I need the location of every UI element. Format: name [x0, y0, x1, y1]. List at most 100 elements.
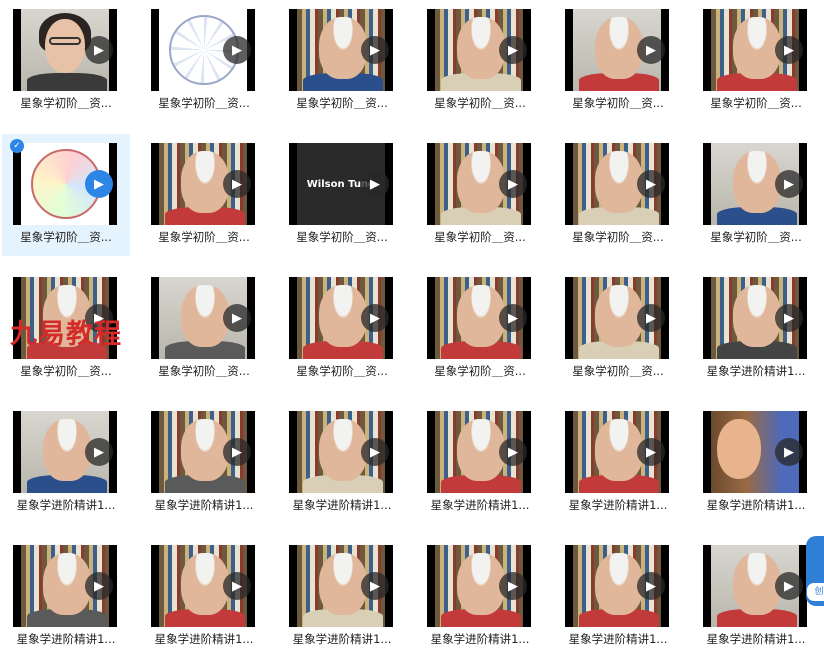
- video-file-item[interactable]: ▶ 星象学初阶＿资...: [554, 0, 682, 122]
- selected-check-icon[interactable]: ✓: [10, 139, 24, 153]
- video-file-item[interactable]: ▶ 星象学进阶精讲1...: [278, 402, 406, 524]
- video-thumbnail[interactable]: ▶: [427, 143, 531, 225]
- play-icon[interactable]: ▶: [85, 36, 113, 64]
- play-icon[interactable]: ▶: [361, 572, 389, 600]
- video-thumbnail[interactable]: ▶: [565, 411, 669, 493]
- file-name-label: 星象学进阶精讲1...: [568, 498, 668, 512]
- video-thumbnail[interactable]: ▶: [289, 411, 393, 493]
- play-icon[interactable]: ▶: [637, 572, 665, 600]
- video-thumbnail[interactable]: ▶: [565, 143, 669, 225]
- video-thumbnail[interactable]: ▶: [151, 277, 255, 359]
- video-file-item[interactable]: ▶ 星象学进阶精讲1...: [140, 402, 268, 524]
- video-file-item[interactable]: ▶ 星象学初阶＿资...: [278, 268, 406, 390]
- video-file-item[interactable]: ▶ 星象学初阶＿资...: [2, 0, 130, 122]
- play-icon[interactable]: ▶: [499, 304, 527, 332]
- person-head: [181, 151, 229, 213]
- video-file-item[interactable]: ▶ 星象学进阶精讲1...: [416, 402, 544, 524]
- video-file-item[interactable]: ▶ 星象学初阶＿资...: [416, 0, 544, 122]
- play-icon[interactable]: ▶: [637, 438, 665, 466]
- video-file-item[interactable]: ▶ 星象学初阶＿资...: [416, 134, 544, 256]
- video-file-item[interactable]: ▶ 星象学进阶精讲1...: [2, 536, 130, 658]
- video-file-item[interactable]: ▶ 星象学初阶＿资...: [692, 0, 820, 122]
- play-icon[interactable]: ▶: [223, 438, 251, 466]
- video-file-item[interactable]: ▶ 星象学进阶精讲1...: [554, 402, 682, 524]
- video-file-item[interactable]: ▶ 星象学进阶精讲1...: [2, 402, 130, 524]
- video-thumbnail[interactable]: ▶: [151, 143, 255, 225]
- video-file-item[interactable]: ▶ 星象学初阶＿资...: [692, 134, 820, 256]
- video-file-item[interactable]: ▶ 星象学进阶精讲1...: [692, 268, 820, 390]
- play-icon[interactable]: ▶: [637, 304, 665, 332]
- play-icon[interactable]: ▶: [499, 170, 527, 198]
- video-thumbnail[interactable]: ▶: [427, 545, 531, 627]
- play-icon[interactable]: ▶: [775, 438, 803, 466]
- video-thumbnail[interactable]: ▶: [565, 9, 669, 91]
- play-icon[interactable]: ▶: [85, 572, 113, 600]
- video-file-item[interactable]: ▶ 星象学进阶精讲1...: [692, 402, 820, 524]
- play-icon[interactable]: ▶: [361, 304, 389, 332]
- file-name-label: 星象学进阶精讲1...: [706, 498, 806, 512]
- video-file-item[interactable]: ▶ 星象学进阶精讲1...: [692, 536, 820, 658]
- play-icon[interactable]: ▶: [223, 572, 251, 600]
- play-icon[interactable]: ▶: [361, 170, 389, 198]
- play-icon[interactable]: ▶: [775, 170, 803, 198]
- video-thumbnail[interactable]: ▶: [703, 143, 807, 225]
- video-thumbnail[interactable]: ▶: [703, 9, 807, 91]
- play-icon[interactable]: ▶: [361, 438, 389, 466]
- video-file-item[interactable]: ▶ 星象学进阶精讲1...: [416, 536, 544, 658]
- video-file-item[interactable]: ▶ 星象学进阶精讲1...: [554, 536, 682, 658]
- video-thumbnail[interactable]: ▶: [151, 9, 255, 91]
- play-icon[interactable]: ▶: [499, 572, 527, 600]
- play-icon[interactable]: ▶: [775, 304, 803, 332]
- video-thumbnail[interactable]: ▶: [703, 411, 807, 493]
- file-name-label: 星象学初阶＿资...: [572, 230, 664, 244]
- person-head: [457, 151, 505, 213]
- play-icon[interactable]: ▶: [499, 438, 527, 466]
- play-icon[interactable]: ▶: [775, 572, 803, 600]
- video-thumbnail[interactable]: ▶: [565, 545, 669, 627]
- video-thumbnail[interactable]: ▶: [703, 545, 807, 627]
- video-thumbnail[interactable]: ▶: [13, 545, 117, 627]
- video-file-item[interactable]: ▶ 星象学进阶精讲1...: [140, 536, 268, 658]
- video-thumbnail[interactable]: ▶: [13, 143, 117, 225]
- play-icon[interactable]: ▶: [775, 36, 803, 64]
- video-thumbnail[interactable]: ▶: [289, 277, 393, 359]
- play-icon[interactable]: ▶: [85, 438, 113, 466]
- video-thumbnail[interactable]: ▶: [427, 411, 531, 493]
- play-icon[interactable]: ▶: [637, 36, 665, 64]
- side-widget[interactable]: 创: [806, 536, 824, 606]
- video-thumbnail[interactable]: ▶: [151, 411, 255, 493]
- video-file-item[interactable]: ▶ 星象学进阶精讲1...: [278, 536, 406, 658]
- play-icon[interactable]: ▶: [223, 36, 251, 64]
- play-icon[interactable]: ▶: [223, 170, 251, 198]
- play-icon[interactable]: ▶: [361, 36, 389, 64]
- video-thumbnail[interactable]: ▶: [289, 9, 393, 91]
- video-thumbnail[interactable]: ▶: [427, 277, 531, 359]
- video-file-item[interactable]: ▶ 星象学初阶＿资...: [140, 0, 268, 122]
- play-icon[interactable]: ▶: [85, 170, 113, 198]
- file-name-label: 星象学初阶＿资...: [434, 364, 526, 378]
- side-widget-label: 创: [806, 582, 824, 602]
- video-file-item[interactable]: ▶ 星象学初阶＿资...: [554, 134, 682, 256]
- play-icon[interactable]: ▶: [499, 36, 527, 64]
- video-thumbnail[interactable]: ▶: [13, 9, 117, 91]
- video-thumbnail[interactable]: ▶: [565, 277, 669, 359]
- play-icon[interactable]: ▶: [223, 304, 251, 332]
- video-thumbnail[interactable]: ▶: [427, 9, 531, 91]
- file-name-label: 星象学初阶＿资...: [158, 96, 250, 110]
- file-name-label: 星象学初阶＿资...: [572, 364, 664, 378]
- video-thumbnail[interactable]: ▶: [151, 545, 255, 627]
- person-head: [733, 17, 781, 79]
- person-face: [717, 419, 761, 479]
- video-file-item[interactable]: ✓ ▶ 星象学初阶＿资...: [2, 134, 130, 256]
- video-file-item[interactable]: ▶ 星象学初阶＿资...: [278, 0, 406, 122]
- video-thumbnail[interactable]: Wilson Tung ▶: [289, 143, 393, 225]
- video-file-item[interactable]: ▶ 星象学初阶＿资...: [140, 134, 268, 256]
- video-thumbnail[interactable]: ▶: [703, 277, 807, 359]
- video-file-item[interactable]: ▶ 星象学初阶＿资...: [416, 268, 544, 390]
- video-thumbnail[interactable]: ▶: [289, 545, 393, 627]
- video-file-item[interactable]: ▶ 星象学初阶＿资...: [140, 268, 268, 390]
- video-file-item[interactable]: Wilson Tung ▶ 星象学初阶＿资...: [278, 134, 406, 256]
- video-file-item[interactable]: ▶ 星象学初阶＿资...: [554, 268, 682, 390]
- play-icon[interactable]: ▶: [637, 170, 665, 198]
- video-thumbnail[interactable]: ▶: [13, 411, 117, 493]
